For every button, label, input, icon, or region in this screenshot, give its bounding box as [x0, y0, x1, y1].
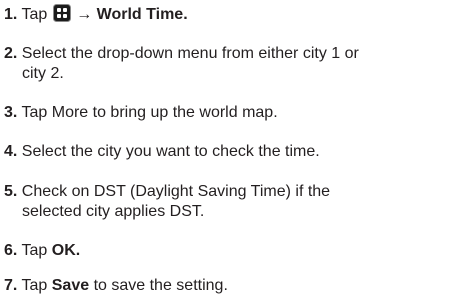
step-text: Select the drop-down menu from either ci… [21, 45, 359, 62]
instruction-steps: 1. Tap → World Time. 2. Select the drop-… [0, 0, 464, 298]
step-3: 3. Tap More to bring up the world map. [4, 103, 444, 123]
step-bold-text: OK. [51, 242, 81, 259]
step-2: 2. Select the drop-down menu from either… [4, 44, 444, 84]
step-text-continued: selected city applies DST. [22, 203, 205, 220]
step-text: Tap [21, 6, 48, 23]
step-text-tail: to save the setting. [93, 277, 228, 294]
step-5: 5. Check on DST (Daylight Saving Time) i… [4, 182, 444, 222]
step-text-continued: city 2. [22, 65, 64, 82]
step-bold-text: World Time. [96, 6, 188, 23]
step-number: 5. [4, 183, 18, 200]
step-number: 7. [4, 277, 18, 294]
step-text: Tap More to bring up the world map. [21, 104, 278, 121]
step-7: 7. Tap Save to save the setting. [4, 276, 444, 296]
step-bold-text: Save [51, 277, 90, 294]
step-number: 2. [4, 45, 18, 62]
step-number: 4. [4, 143, 18, 160]
step-number: 3. [4, 104, 18, 121]
step-number: 6. [4, 242, 18, 259]
arrow-symbol: → [76, 6, 93, 23]
step-text: Check on DST (Daylight Saving Time) if t… [21, 183, 331, 200]
step-text: Tap [21, 277, 48, 294]
step-4: 4. Select the city you want to check the… [4, 142, 444, 162]
apps-grid-icon [52, 4, 71, 22]
step-1: 1. Tap → World Time. [4, 4, 444, 25]
step-number: 1. [4, 6, 18, 23]
step-6: 6. Tap OK. [4, 241, 444, 261]
step-text: Tap [21, 242, 48, 259]
step-text: Select the city you want to check the ti… [21, 143, 320, 160]
